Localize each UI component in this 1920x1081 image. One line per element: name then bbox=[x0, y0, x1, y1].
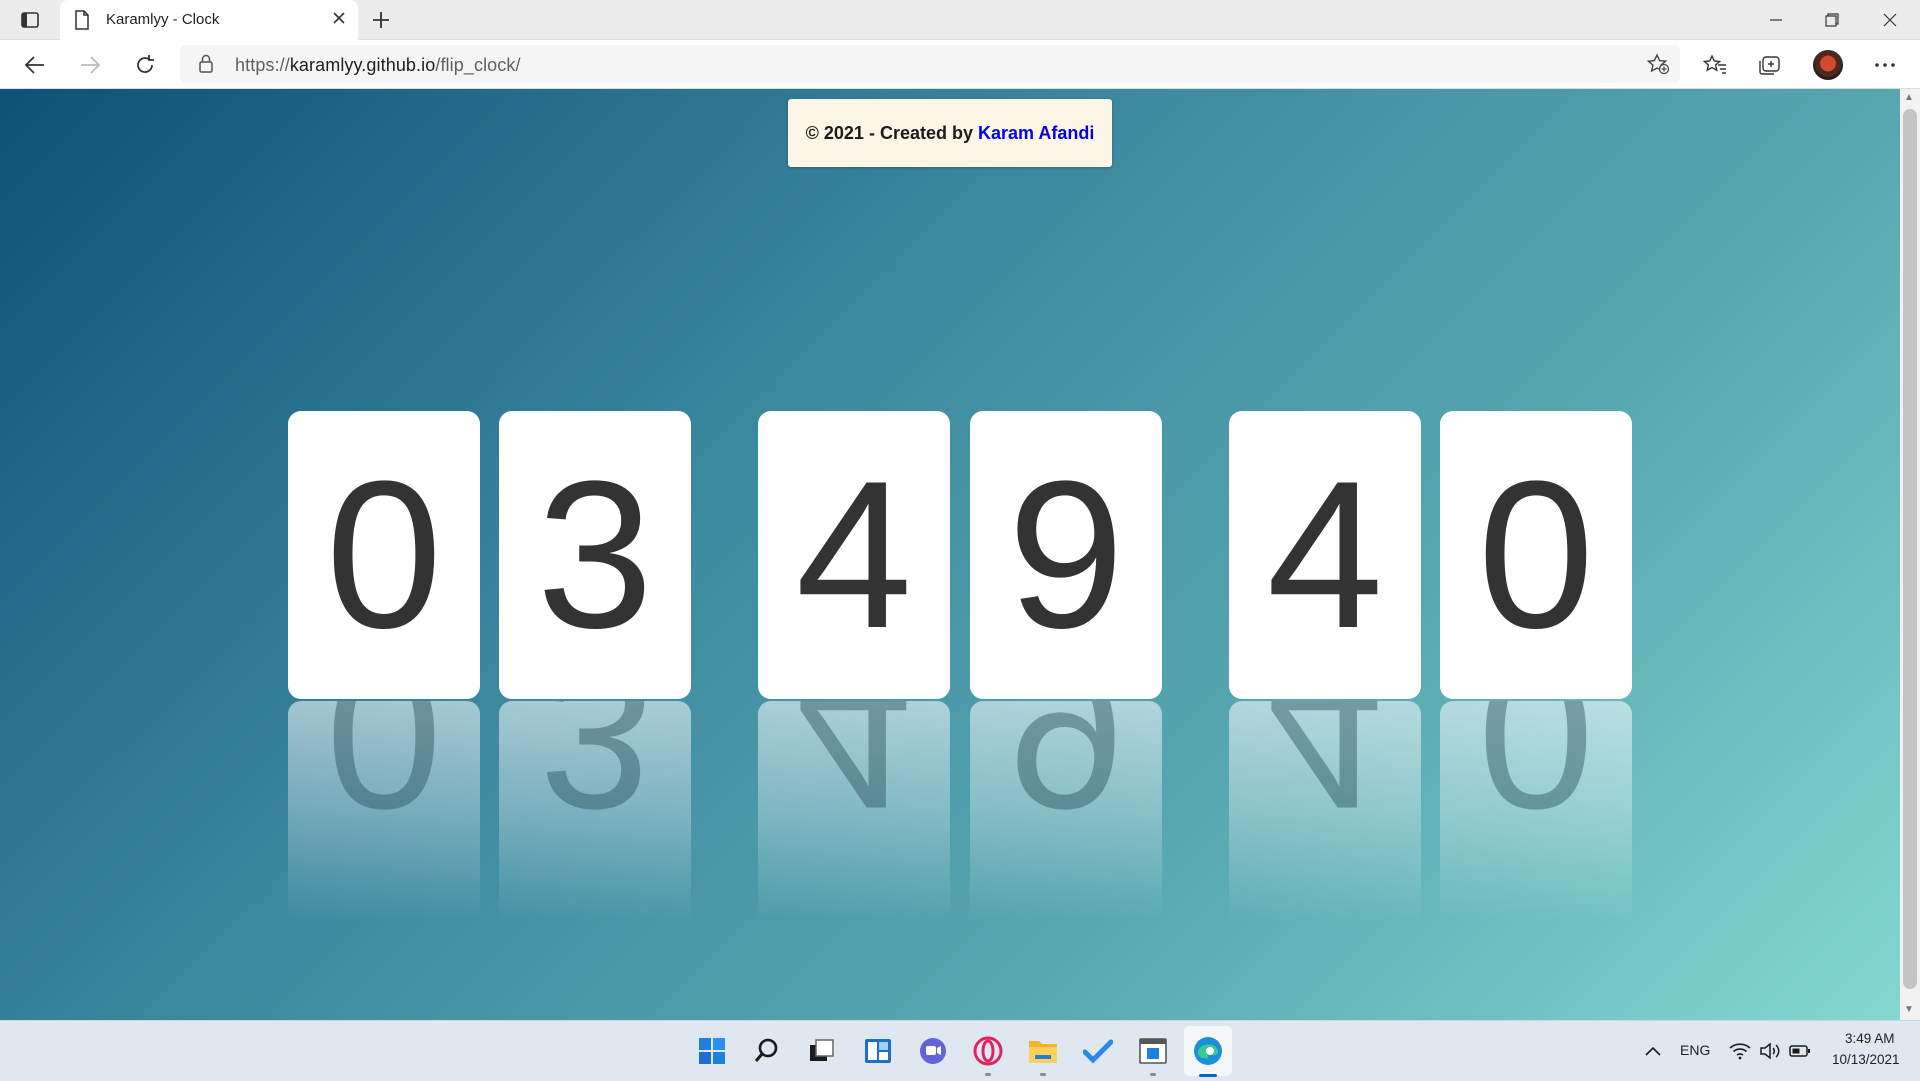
close-tab-icon[interactable] bbox=[332, 11, 346, 30]
credit-text: © 2021 - Created by bbox=[805, 122, 973, 143]
browser-tab[interactable]: Karamlyy - Clock bbox=[60, 0, 358, 40]
scroll-down-arrow-icon[interactable]: ▼ bbox=[1904, 1004, 1914, 1015]
clock-digit-second-ones: 0 bbox=[1440, 411, 1632, 699]
clock-digit-hour-ones: 3 bbox=[499, 411, 691, 699]
add-favorite-icon[interactable] bbox=[1646, 53, 1670, 80]
clock-date[interactable]: 10/13/2021 bbox=[1832, 1052, 1900, 1067]
clock-digit-minute-tens: 4 bbox=[758, 411, 950, 699]
clock-reflection: 0 bbox=[288, 701, 480, 921]
reflection-digit: 0 bbox=[1477, 701, 1595, 853]
widgets-icon[interactable] bbox=[862, 1035, 894, 1067]
battery-icon[interactable] bbox=[1784, 1035, 1816, 1067]
url-text[interactable]: https://karamlyy.github.io/flip_clock/ bbox=[235, 55, 521, 76]
clock-reflection: 0 bbox=[1440, 701, 1632, 921]
chevron-up-icon[interactable] bbox=[1637, 1035, 1669, 1067]
url-path: /flip_clock/ bbox=[435, 55, 521, 75]
favorites-icon[interactable] bbox=[1702, 52, 1728, 78]
store-icon[interactable] bbox=[1137, 1035, 1169, 1067]
new-tab-icon[interactable] bbox=[370, 9, 392, 36]
url-host: karamlyy.github.io bbox=[289, 55, 436, 75]
collections-icon[interactable] bbox=[1756, 52, 1782, 78]
clock-digit-hour-tens: 0 bbox=[288, 411, 480, 699]
browser-tab-bar: Karamlyy - Clock bbox=[0, 0, 1920, 40]
active-app-indicator bbox=[1199, 1074, 1217, 1077]
running-indicator bbox=[1040, 1073, 1046, 1076]
clock-digit-second-tens: 4 bbox=[1229, 411, 1421, 699]
reflection-digit: 3 bbox=[536, 701, 654, 853]
task-view-icon[interactable] bbox=[806, 1035, 838, 1067]
todo-icon[interactable] bbox=[1082, 1035, 1114, 1067]
profile-avatar[interactable] bbox=[1813, 50, 1843, 80]
edge-icon[interactable] bbox=[1192, 1035, 1224, 1067]
language-indicator[interactable]: ENG bbox=[1680, 1042, 1710, 1058]
running-indicator bbox=[1150, 1073, 1156, 1076]
more-options-icon[interactable] bbox=[1872, 52, 1898, 78]
clock-reflection: 9 bbox=[970, 701, 1162, 921]
browser-toolbar: https://karamlyy.github.io/flip_clock/ bbox=[0, 40, 1920, 89]
author-link[interactable]: Karam Afandi bbox=[978, 123, 1094, 144]
clock-reflection: 3 bbox=[499, 701, 691, 921]
page-icon bbox=[74, 10, 90, 35]
refresh-icon[interactable] bbox=[132, 52, 158, 78]
address-bar[interactable]: https://karamlyy.github.io/flip_clock/ bbox=[180, 45, 1680, 83]
wifi-icon[interactable] bbox=[1724, 1035, 1756, 1067]
reflection-digit: 4 bbox=[795, 701, 913, 853]
reflection-digit: 9 bbox=[1007, 701, 1125, 853]
clock-time[interactable]: 3:49 AM bbox=[1845, 1031, 1895, 1046]
url-prefix: https:// bbox=[235, 55, 290, 75]
scrollbar-thumb[interactable] bbox=[1903, 109, 1917, 989]
tab-actions-icon[interactable] bbox=[14, 8, 46, 32]
minimize-icon[interactable] bbox=[1764, 8, 1788, 32]
credit-banner: © 2021 - Created by Karam Afandi bbox=[788, 99, 1112, 167]
reflection-digit: 4 bbox=[1266, 701, 1384, 853]
page-viewport: © 2021 - Created by Karam Afandi 0 3 4 9… bbox=[0, 89, 1900, 1020]
windows-start-icon[interactable] bbox=[696, 1035, 728, 1067]
close-window-icon[interactable] bbox=[1878, 8, 1902, 32]
taskbar: ENG 3:49 AM 10/13/2021 bbox=[0, 1020, 1920, 1081]
lock-icon[interactable] bbox=[198, 54, 214, 79]
clock-digit-minute-ones: 9 bbox=[970, 411, 1162, 699]
opera-icon[interactable] bbox=[972, 1035, 1004, 1067]
back-arrow-icon[interactable] bbox=[22, 52, 48, 78]
clock-reflection: 4 bbox=[1229, 701, 1421, 921]
reflection-digit: 0 bbox=[325, 701, 443, 853]
running-indicator bbox=[985, 1073, 991, 1076]
volume-icon[interactable] bbox=[1754, 1035, 1786, 1067]
teams-chat-icon[interactable] bbox=[917, 1035, 949, 1067]
search-icon[interactable] bbox=[751, 1035, 783, 1067]
scroll-up-arrow-icon[interactable]: ▲ bbox=[1904, 92, 1914, 103]
tab-title: Karamlyy - Clock bbox=[106, 11, 220, 28]
file-explorer-icon[interactable] bbox=[1027, 1035, 1059, 1067]
clock-reflection: 4 bbox=[758, 701, 950, 921]
forward-arrow-icon[interactable] bbox=[77, 52, 103, 78]
restore-icon[interactable] bbox=[1820, 8, 1844, 32]
